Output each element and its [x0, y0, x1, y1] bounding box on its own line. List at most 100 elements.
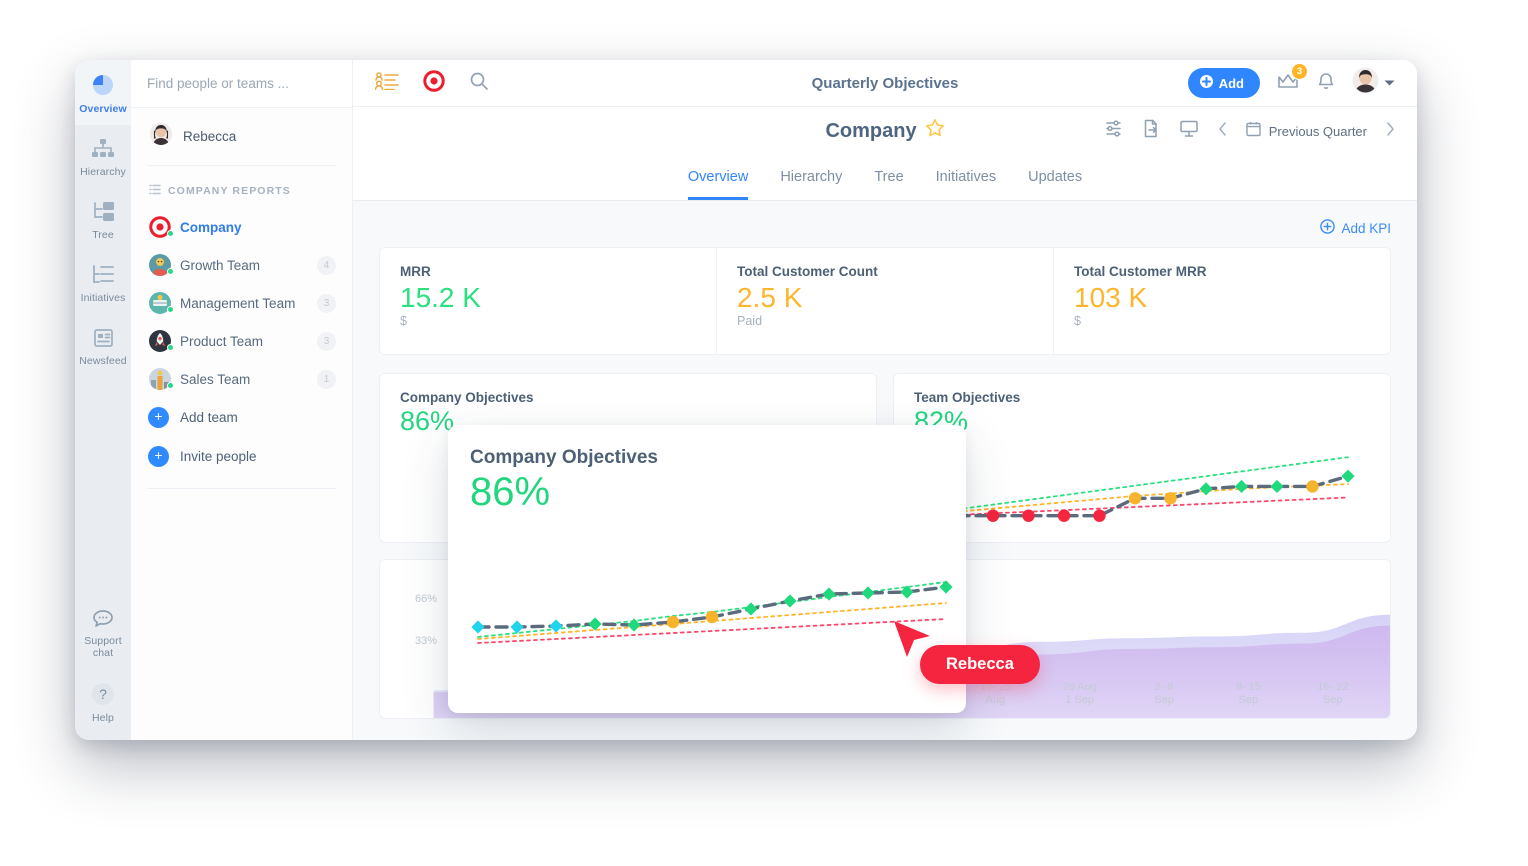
kpi-unit: Paid [737, 314, 763, 329]
svg-text:Sep: Sep [1323, 694, 1343, 706]
kpi-value: 2.5 K [737, 282, 803, 313]
add-team-button[interactable]: + Add team [147, 398, 336, 437]
avatar [1352, 67, 1379, 99]
top-bar-icons [374, 69, 489, 97]
tab-tree[interactable]: Tree [874, 169, 903, 200]
rail-item-hierarchy[interactable]: Hierarchy [75, 125, 131, 188]
current-user-row[interactable]: Rebecca [147, 108, 336, 166]
list-icon [149, 184, 161, 198]
svg-text:66%: 66% [415, 593, 437, 605]
newspaper-icon [90, 326, 116, 350]
kpi-strip: MRR 15.2 K $ Total Customer Count 2.5 K … [379, 247, 1391, 355]
sidebar-item-company[interactable]: Company [147, 208, 336, 246]
kpi-unit: $ [1074, 314, 1081, 329]
pie-chart-icon [90, 72, 116, 98]
people-list-icon[interactable] [374, 71, 399, 95]
invite-people-label: Invite people [180, 449, 257, 464]
sidebar-item-management-team[interactable]: Management Team 3 [147, 284, 336, 322]
rail-item-support-chat[interactable]: Support chat [75, 596, 131, 669]
status-dot [167, 382, 174, 389]
sidebar-item-label: Company [180, 219, 242, 235]
target-icon[interactable] [423, 69, 445, 97]
rail-item-initiatives[interactable]: Initiatives [75, 251, 131, 314]
kpi-card-mrr[interactable]: MRR 15.2 K $ [380, 248, 717, 354]
rail-item-overview[interactable]: Overview [75, 60, 131, 126]
add-button-label: Add [1218, 75, 1244, 91]
kpi-title: MRR [400, 264, 431, 279]
add-button[interactable]: Add [1187, 68, 1260, 98]
sidebar-divider [147, 488, 336, 489]
star-outline-icon[interactable] [925, 118, 945, 144]
rail-item-help[interactable]: ? Help [75, 669, 131, 740]
svg-text:2- 8: 2- 8 [1155, 681, 1174, 693]
user-menu[interactable] [1352, 67, 1395, 99]
period-label: Previous Quarter [1268, 123, 1367, 139]
add-kpi-label: Add KPI [1341, 220, 1391, 236]
sidebar-item-label: Growth Team [180, 257, 261, 273]
period-selector[interactable]: Previous Quarter [1246, 121, 1367, 142]
sidebar-item-product-team[interactable]: Product Team 3 [147, 322, 336, 360]
sidebar-item-label: Sales Team [180, 371, 251, 387]
app-window: Overview Hierarchy Tree Initiatives News… [75, 60, 1417, 740]
company-objectives-popup[interactable]: Company Objectives 86% [448, 425, 966, 713]
team-avatar [149, 368, 174, 390]
crown-icon[interactable]: 3 [1276, 62, 1308, 96]
company-objectives-chart [471, 580, 953, 644]
team-objectives-chart [915, 456, 1355, 522]
svg-text:Sep: Sep [1239, 694, 1259, 706]
card-title: Company Objectives [400, 390, 534, 405]
svg-text:19- 25: 19- 25 [980, 681, 1011, 693]
svg-text:9- 15: 9- 15 [1236, 681, 1261, 693]
add-kpi-button[interactable]: Add KPI [379, 219, 1391, 237]
search-input[interactable] [147, 76, 336, 91]
target-icon [149, 216, 174, 238]
export-icon[interactable] [1142, 119, 1160, 143]
current-user-name: Rebecca [183, 129, 237, 144]
chevron-down-icon [1384, 74, 1395, 92]
tab-initiatives[interactable]: Initiatives [936, 169, 996, 200]
status-dot [167, 306, 174, 313]
tab-bar: Overview Hierarchy Tree Initiatives Upda… [353, 155, 1417, 201]
member-count-badge: 4 [317, 255, 336, 275]
sidebar-body: Rebecca COMPANY REPORTS Company Growth T… [131, 108, 352, 489]
tab-overview[interactable]: Overview [687, 169, 749, 200]
tab-updates[interactable]: Updates [1028, 169, 1082, 200]
rail-item-label: Initiatives [80, 292, 126, 305]
kpi-card-total-customer-mrr[interactable]: Total Customer MRR 103 K $ [1054, 248, 1390, 354]
search-icon[interactable] [469, 71, 489, 96]
rail-item-label: Tree [92, 229, 114, 242]
plus-icon: + [148, 446, 169, 467]
kpi-unit: $ [400, 314, 407, 329]
svg-text:26 Aug: 26 Aug [1063, 681, 1097, 693]
invite-people-button[interactable]: + Invite people [147, 437, 336, 476]
title-bar-actions: Previous Quarter [1104, 119, 1395, 143]
svg-text:Aug: Aug [986, 694, 1006, 706]
plus-circle-icon [1320, 219, 1336, 237]
team-avatar [149, 292, 174, 314]
popup-percent: 86% [470, 470, 551, 514]
rail-item-label: Overview [79, 103, 127, 115]
prev-period-button[interactable] [1218, 121, 1227, 141]
rail-item-tree[interactable]: Tree [75, 188, 131, 251]
avatar [149, 122, 173, 151]
top-bar-actions: Add 3 [1187, 62, 1395, 99]
search-container [131, 60, 352, 108]
company-name: Company [825, 119, 917, 142]
chat-bubble-icon [90, 608, 116, 630]
team-objectives-card[interactable]: Team Objectives 82% [893, 373, 1391, 543]
filter-sliders-icon[interactable] [1104, 120, 1123, 142]
svg-text:16- 22: 16- 22 [1317, 681, 1348, 693]
top-bar: Quarterly Objectives Add 3 [353, 60, 1417, 107]
sidebar-item-sales-team[interactable]: Sales Team 1 [147, 360, 336, 398]
tree-folder-icon [90, 200, 116, 224]
kpi-card-total-customer-count[interactable]: Total Customer Count 2.5 K Paid [717, 248, 1054, 354]
sidebar-item-growth-team[interactable]: Growth Team 4 [147, 246, 336, 284]
tab-hierarchy[interactable]: Hierarchy [780, 169, 842, 200]
presentation-icon[interactable] [1179, 119, 1199, 143]
org-chart-icon [90, 137, 116, 161]
kpi-value: 15.2 K [400, 282, 481, 313]
bell-icon[interactable] [1316, 70, 1336, 96]
next-period-button[interactable] [1386, 121, 1395, 141]
sidebar-item-label: Management Team [180, 295, 296, 311]
rail-item-newsfeed[interactable]: Newsfeed [75, 314, 131, 377]
